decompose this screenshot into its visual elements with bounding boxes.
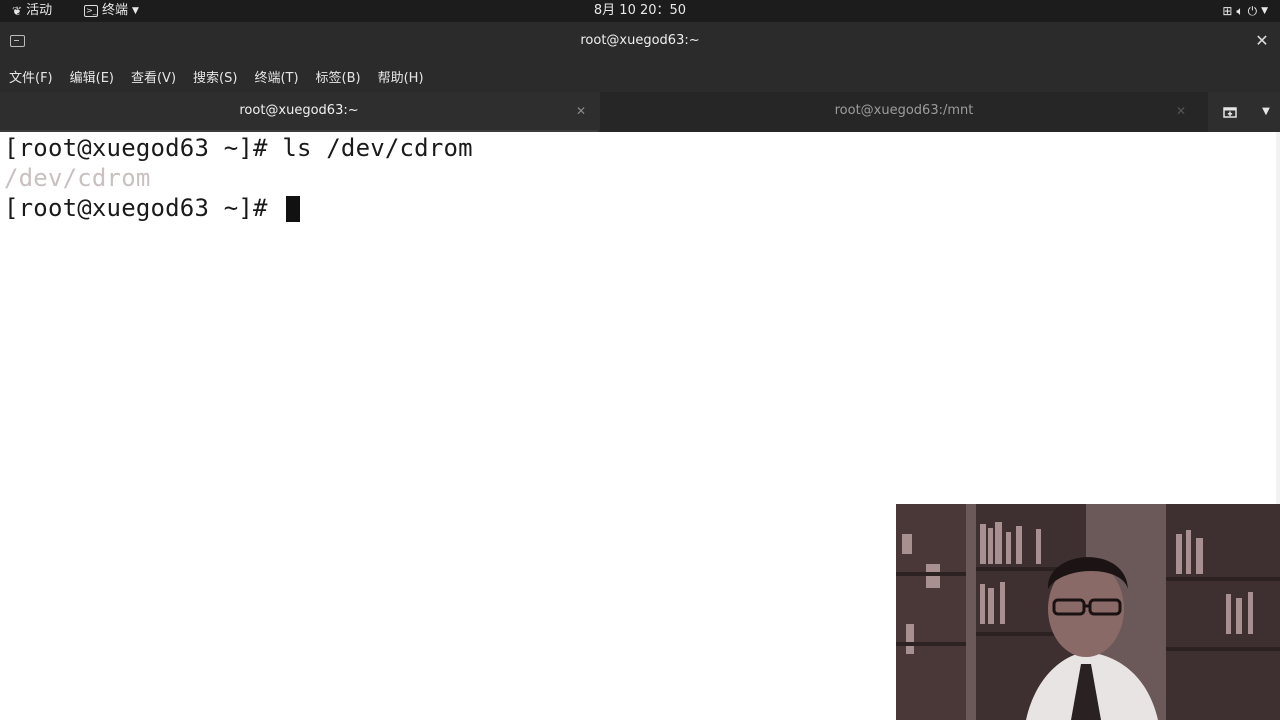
tab-home[interactable]: root@xuegod63:~ ✕ bbox=[0, 92, 598, 132]
terminal-prompt: [root@xuegod63 ~]# bbox=[4, 194, 283, 222]
chevron-down-icon: ▼ bbox=[1261, 6, 1268, 16]
tab-mnt[interactable]: root@xuegod63:/mnt ✕ bbox=[600, 92, 1208, 132]
terminal-output-line: /dev/cdrom bbox=[4, 164, 151, 192]
new-tab-icon[interactable] bbox=[1216, 92, 1244, 132]
text-cursor bbox=[286, 196, 301, 222]
menu-help[interactable]: 帮助(H) bbox=[378, 67, 424, 86]
tabs-menu-chevron-icon[interactable]: ▼ bbox=[1256, 92, 1276, 132]
tab-label: root@xuegod63:~ bbox=[239, 103, 359, 118]
window-title: root@xuegod63:~ bbox=[580, 33, 700, 48]
close-tab-icon[interactable]: ✕ bbox=[1176, 92, 1186, 130]
terminal-line: [root@xuegod63 ~]# ls /dev/cdrom bbox=[4, 134, 473, 162]
menu-tabs[interactable]: 标签(B) bbox=[316, 67, 361, 86]
terminal-prompt-line: [root@xuegod63 ~]# bbox=[4, 193, 301, 223]
menu-search[interactable]: 搜索(S) bbox=[193, 67, 237, 86]
volume-icon: 🔈︎ bbox=[1236, 4, 1244, 18]
clock[interactable]: 8月 10 20：50 bbox=[0, 0, 1280, 22]
menu-edit[interactable]: 编辑(E) bbox=[70, 67, 114, 86]
close-window-icon[interactable]: ✕ bbox=[1252, 31, 1272, 51]
menu-bar: 文件(F) 编辑(E) 查看(V) 搜索(S) 终端(T) 标签(B) 帮助(H… bbox=[0, 60, 1280, 92]
close-tab-icon[interactable]: ✕ bbox=[576, 92, 586, 130]
gnome-top-bar: ❦ 活动 >_ 终端 ▼ 8月 10 20：50 ⊞ 🔈︎ ⏻ ▼ bbox=[0, 0, 1280, 22]
system-menu[interactable]: ⊞ 🔈︎ ⏻ ▼ bbox=[1222, 0, 1268, 22]
presenter-video-image bbox=[896, 504, 1280, 720]
window-titlebar[interactable]: root@xuegod63:~ ✕ bbox=[0, 22, 1280, 60]
tab-label: root@xuegod63:/mnt bbox=[834, 103, 974, 118]
menu-file[interactable]: 文件(F) bbox=[9, 67, 53, 86]
menu-view[interactable]: 查看(V) bbox=[131, 67, 176, 86]
clock-label: 8月 10 20：50 bbox=[593, 3, 687, 18]
tab-bar: root@xuegod63:~ ✕ root@xuegod63:/mnt ✕ bbox=[0, 92, 1280, 132]
power-icon: ⏻ bbox=[1247, 4, 1258, 18]
webcam-overlay bbox=[896, 504, 1280, 720]
menu-terminal[interactable]: 终端(T) bbox=[254, 67, 298, 86]
network-icon: ⊞ bbox=[1222, 4, 1233, 18]
